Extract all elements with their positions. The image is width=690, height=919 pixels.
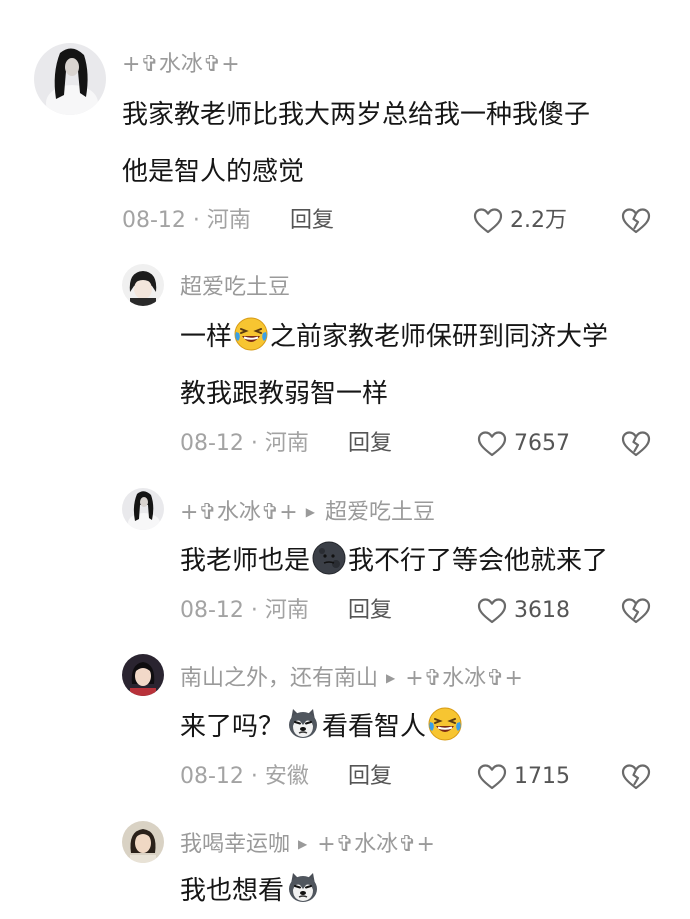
comment-reply-header: 南山之外，还有南山 ▶ +✞水冰✞+ [180, 664, 523, 693]
avatar[interactable] [122, 821, 164, 863]
username[interactable]: 南山之外，还有南山 [180, 666, 378, 691]
comment-text: 来了吗？ 看看智人 [180, 700, 464, 754]
date-location: 08-12 · 安徽 [180, 764, 309, 789]
like-count: 3618 [514, 598, 570, 623]
dark-moon-emoji-icon [311, 540, 347, 576]
date-location: 08-12 · 河南 [180, 431, 309, 456]
broken-heart-icon [620, 595, 652, 627]
avatar[interactable] [122, 488, 164, 530]
reply-arrow-icon: ▶ [305, 505, 315, 519]
reply-arrow-icon: ▶ [386, 671, 396, 685]
comment-footer: 08-12 · 河南 回复 3618 [180, 595, 662, 627]
like-button[interactable]: 7657 [476, 428, 570, 460]
comment-text-line: 我老师也是 我不行了等会他就来了 [180, 534, 608, 588]
comment-text-segment: 之前家教老师保研到同济大学 [270, 322, 609, 352]
laughing-crying-emoji-icon [427, 706, 463, 742]
comment-text-line: 来了吗？ 看看智人 [180, 700, 464, 754]
avatar[interactable] [122, 264, 164, 306]
comment-footer: 08-12 · 安徽 回复 1715 [180, 761, 662, 793]
comment-text-segment: 我老师也是 [180, 546, 311, 576]
reply-button[interactable]: 回复 [348, 595, 392, 627]
dislike-button[interactable] [620, 595, 652, 627]
comment-text-line: 他是智人的感觉 [122, 157, 305, 187]
comment-text-line: 我家教老师比我大两岁总给我一种我傻子 [122, 100, 591, 130]
husky-dog-emoji-icon [285, 870, 321, 906]
reply-target-username[interactable]: +✞水冰✞+ [405, 666, 523, 691]
date-location: 08-12 · 河南 [122, 208, 251, 233]
reply-arrow-icon: ▶ [298, 837, 308, 851]
comment-footer: 08-12 · 河南 回复 2.2万 [122, 205, 662, 237]
username[interactable]: +✞水冰✞+ [122, 51, 240, 79]
like-button[interactable]: 1715 [476, 761, 570, 793]
username[interactable]: 超爱吃土豆 [180, 274, 290, 302]
comment-reply-header: +✞水冰✞+ ▶ 超爱吃土豆 [180, 498, 435, 527]
comment-text-segment: 一样 [180, 322, 233, 352]
heart-icon [472, 205, 504, 237]
comment-text-line: 我也想看 [180, 864, 322, 918]
reply-target-username[interactable]: +✞水冰✞+ [317, 832, 435, 857]
dislike-button[interactable] [620, 761, 652, 793]
reply-button[interactable]: 回复 [290, 205, 334, 237]
broken-heart-icon [620, 205, 652, 237]
husky-dog-emoji-icon [285, 706, 321, 742]
comment-text-line: 教我跟教弱智一样 [180, 379, 389, 409]
dislike-button[interactable] [620, 428, 652, 460]
broken-heart-icon [620, 761, 652, 793]
comment-text-segment: 我不行了等会他就来了 [348, 546, 609, 576]
broken-heart-icon [620, 428, 652, 460]
reply-button[interactable]: 回复 [348, 761, 392, 793]
like-button[interactable]: 2.2万 [472, 205, 567, 237]
comment-reply-header: 我喝幸运咖 ▶ +✞水冰✞+ [180, 830, 435, 859]
comment-text-segment: 看看智人 [322, 712, 427, 742]
comment-text: 我也想看 [180, 864, 322, 918]
date-location: 08-12 · 河南 [180, 598, 309, 623]
like-count: 1715 [514, 764, 570, 789]
comment-text: 我家教老师比我大两岁总给我一种我傻子 他是智人的感觉 [122, 88, 590, 199]
avatar[interactable] [122, 654, 164, 696]
comment-footer: 08-12 · 河南 回复 7657 [180, 428, 662, 460]
dislike-button[interactable] [620, 205, 652, 237]
comment-text: 我老师也是 我不行了等会他就来了 [180, 534, 608, 588]
heart-icon [476, 595, 508, 627]
like-button[interactable]: 3618 [476, 595, 570, 627]
username[interactable]: +✞水冰✞+ [180, 500, 298, 525]
comment-text-segment: 我也想看 [180, 876, 285, 906]
like-count: 7657 [514, 431, 570, 456]
comment-text: 一样 之前家教老师保研到同济大学 教我跟教弱智一样 [180, 310, 608, 421]
reply-target-username[interactable]: 超爱吃土豆 [325, 500, 435, 525]
username[interactable]: 我喝幸运咖 [180, 832, 290, 857]
like-count: 2.2万 [510, 208, 567, 233]
heart-icon [476, 428, 508, 460]
avatar[interactable] [34, 43, 106, 115]
reply-button[interactable]: 回复 [348, 428, 392, 460]
comment-text-segment: 来了吗？ [180, 712, 285, 742]
comment-text-line: 一样 之前家教老师保研到同济大学 [180, 310, 608, 364]
heart-icon [476, 761, 508, 793]
laughing-crying-emoji-icon [233, 316, 269, 352]
